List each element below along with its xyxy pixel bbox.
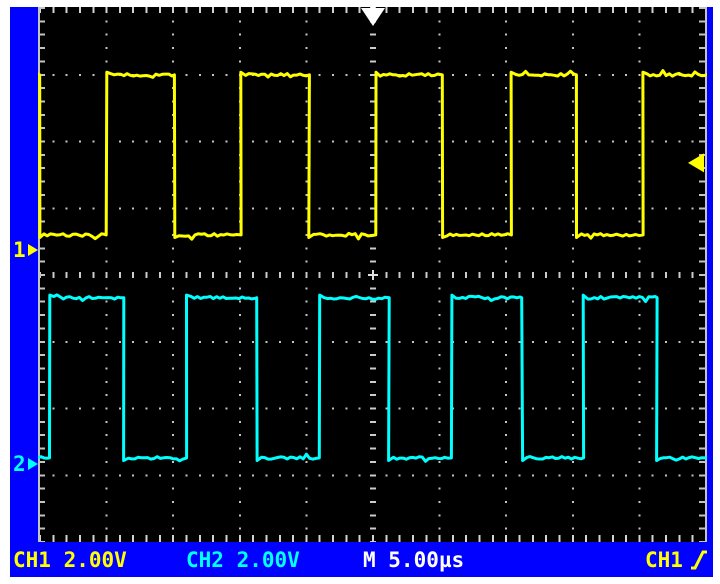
trigger-readout: CH1 bbox=[645, 548, 708, 572]
right-bezel bbox=[707, 7, 713, 577]
ch1-ground-marker: 1 bbox=[13, 239, 38, 261]
timebase-readout: M 5.00µs bbox=[363, 548, 465, 572]
oscilloscope-screen: 1 2 CH1 2.00V CH2 2.00V M 5.00µs CH1 bbox=[10, 7, 713, 577]
rising-edge-icon bbox=[690, 550, 707, 570]
trace-ch2 bbox=[38, 293, 707, 463]
status-bar: CH1 2.00V CH2 2.00V M 5.00µs CH1 bbox=[10, 542, 713, 577]
ch2-marker-label: 2 bbox=[13, 451, 26, 476]
ch2-scale-readout: CH2 2.00V bbox=[186, 548, 300, 572]
page: { "scope": { "colors": { "bezel_blue": "… bbox=[0, 0, 720, 584]
graticule-plot bbox=[38, 7, 707, 542]
ch1-scale-readout: CH1 2.00V bbox=[13, 548, 127, 572]
ch1-marker-label: 1 bbox=[13, 238, 26, 263]
right-arrow-icon bbox=[27, 244, 38, 257]
trigger-source-label: CH1 bbox=[645, 548, 683, 572]
left-bezel bbox=[10, 7, 38, 577]
right-arrow-icon bbox=[27, 457, 38, 470]
ch2-ground-marker: 2 bbox=[13, 453, 38, 475]
waveform-display-area bbox=[38, 7, 707, 542]
trigger-level-arrow-icon bbox=[688, 153, 704, 173]
trigger-position-arrow-icon bbox=[361, 8, 385, 26]
